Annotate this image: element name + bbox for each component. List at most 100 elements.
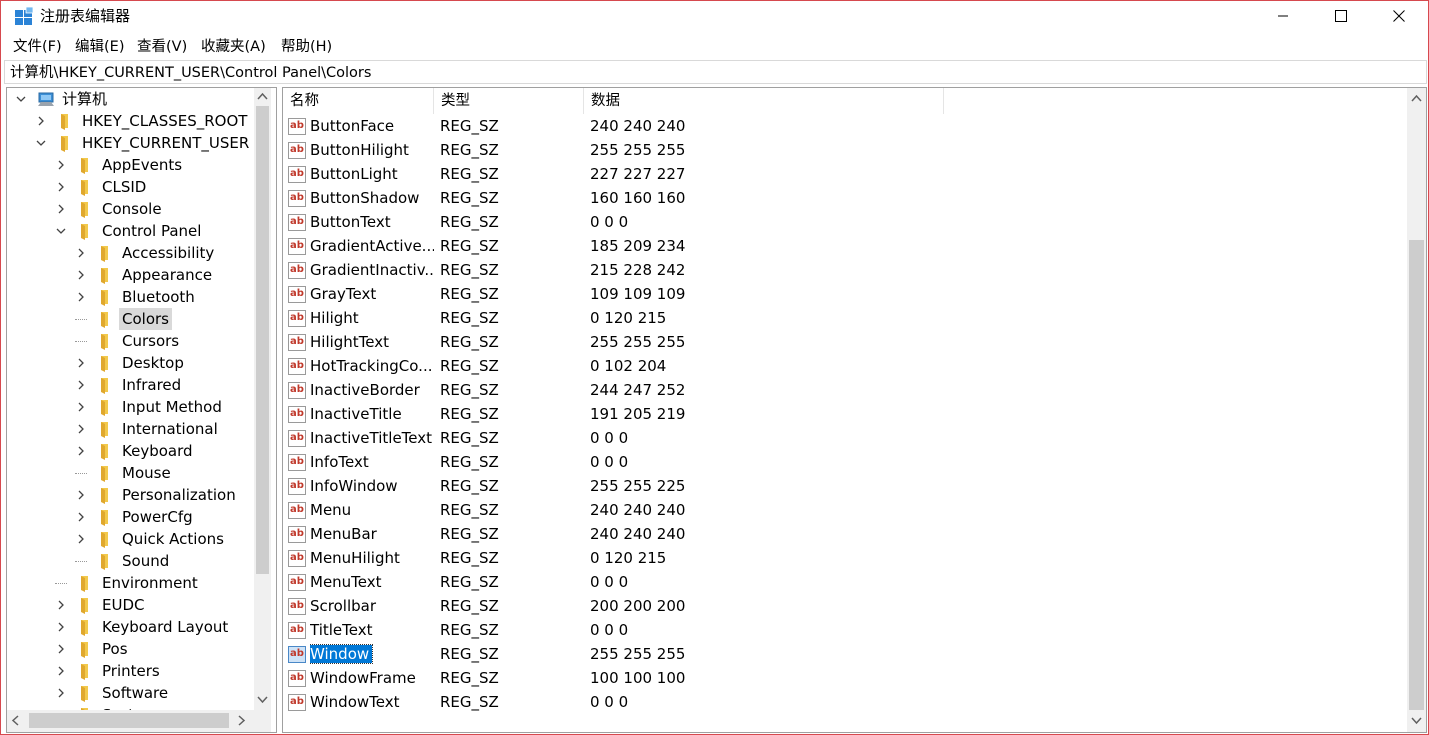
chevron-down-icon[interactable] bbox=[15, 93, 27, 105]
column-header-type[interactable]: 类型 bbox=[434, 88, 584, 114]
tree-item-label[interactable]: Appearance bbox=[119, 264, 215, 286]
value-name[interactable]: ButtonLight bbox=[310, 165, 398, 183]
tree-item-label[interactable]: Accessibility bbox=[119, 242, 217, 264]
value-row[interactable]: ab MenuBar REG_SZ 240 240 240 bbox=[283, 522, 1407, 546]
chevron-right-icon[interactable] bbox=[75, 533, 87, 545]
scroll-up-arrow-icon[interactable] bbox=[257, 92, 268, 100]
chevron-right-icon[interactable] bbox=[75, 291, 87, 303]
value-name[interactable]: ButtonHilight bbox=[310, 141, 409, 159]
tree-item[interactable]: Infrared bbox=[7, 374, 252, 396]
tree-item-label[interactable]: Sound bbox=[119, 550, 172, 572]
value-row[interactable]: ab InfoText REG_SZ 0 0 0 bbox=[283, 450, 1407, 474]
tree-horizontal-scrollbar[interactable] bbox=[7, 710, 271, 732]
value-name[interactable]: WindowFrame bbox=[310, 669, 416, 687]
value-row[interactable]: ab HotTrackingCo... REG_SZ 0 102 204 bbox=[283, 354, 1407, 378]
tree-item[interactable]: Printers bbox=[7, 660, 252, 682]
value-name[interactable]: ButtonFace bbox=[310, 117, 394, 135]
value-row[interactable]: ab Scrollbar REG_SZ 200 200 200 bbox=[283, 594, 1407, 618]
tree-item-label[interactable]: Pos bbox=[99, 638, 131, 660]
tree-item-label[interactable]: Console bbox=[99, 198, 165, 220]
value-row[interactable]: ab ButtonFace REG_SZ 240 240 240 bbox=[283, 114, 1407, 138]
scroll-down-arrow-icon[interactable] bbox=[1411, 717, 1422, 725]
tree-item[interactable]: Accessibility bbox=[7, 242, 252, 264]
chevron-right-icon[interactable] bbox=[55, 687, 67, 699]
chevron-right-icon[interactable] bbox=[75, 269, 87, 281]
value-name[interactable]: MenuBar bbox=[310, 525, 377, 543]
value-name[interactable]: GrayText bbox=[310, 285, 376, 303]
tree-item[interactable]: HKEY_CURRENT_USER bbox=[7, 132, 252, 154]
maximize-button[interactable] bbox=[1312, 1, 1370, 31]
tree-item-label[interactable]: CLSID bbox=[99, 176, 149, 198]
tree-item-label[interactable]: Keyboard bbox=[119, 440, 196, 462]
value-row[interactable]: ab InactiveTitleText REG_SZ 0 0 0 bbox=[283, 426, 1407, 450]
value-name[interactable]: Hilight bbox=[310, 309, 359, 327]
chevron-right-icon[interactable] bbox=[75, 357, 87, 369]
tree-item[interactable]: Input Method bbox=[7, 396, 252, 418]
value-row[interactable]: ab MenuHilight REG_SZ 0 120 215 bbox=[283, 546, 1407, 570]
tree-item-label[interactable]: EUDC bbox=[99, 594, 147, 616]
tree-item[interactable]: Colors bbox=[7, 308, 252, 330]
tree-item[interactable]: 计算机 bbox=[7, 88, 252, 110]
tree-item[interactable]: Appearance bbox=[7, 264, 252, 286]
scroll-left-arrow-icon[interactable] bbox=[11, 715, 19, 726]
tree-item[interactable]: Pos bbox=[7, 638, 252, 660]
tree-item[interactable]: Cursors bbox=[7, 330, 252, 352]
tree-item[interactable]: Personalization bbox=[7, 484, 252, 506]
tree-item[interactable]: Keyboard Layout bbox=[7, 616, 252, 638]
menu-file[interactable]: 文件(F) bbox=[13, 37, 62, 57]
tree-item[interactable]: Environment bbox=[7, 572, 252, 594]
tree-item[interactable]: Sound bbox=[7, 550, 252, 572]
value-name[interactable]: Scrollbar bbox=[310, 597, 376, 615]
tree-item-label[interactable]: 计算机 bbox=[59, 88, 110, 110]
list-vertical-scrollbar[interactable] bbox=[1407, 88, 1426, 732]
value-row[interactable]: ab HilightText REG_SZ 255 255 255 bbox=[283, 330, 1407, 354]
value-name[interactable]: ButtonText bbox=[310, 213, 391, 231]
scroll-right-arrow-icon[interactable] bbox=[238, 715, 246, 726]
tree-item-label[interactable]: HKEY_CLASSES_ROOT bbox=[79, 110, 250, 132]
tree-item-label[interactable]: HKEY_CURRENT_USER bbox=[79, 132, 252, 154]
chevron-right-icon[interactable] bbox=[55, 621, 67, 633]
value-row[interactable]: ab InactiveTitle REG_SZ 191 205 219 bbox=[283, 402, 1407, 426]
value-name[interactable]: ButtonShadow bbox=[310, 189, 419, 207]
value-name[interactable]: InfoWindow bbox=[310, 477, 398, 495]
tree-item[interactable]: EUDC bbox=[7, 594, 252, 616]
chevron-right-icon[interactable] bbox=[75, 423, 87, 435]
chevron-right-icon[interactable] bbox=[55, 643, 67, 655]
value-row[interactable]: ab Window REG_SZ 255 255 255 bbox=[283, 642, 1407, 666]
value-row[interactable]: ab GradientActive... REG_SZ 185 209 234 bbox=[283, 234, 1407, 258]
chevron-right-icon[interactable] bbox=[75, 445, 87, 457]
chevron-down-icon[interactable] bbox=[55, 225, 67, 237]
value-name[interactable]: Window bbox=[310, 644, 374, 664]
chevron-right-icon[interactable] bbox=[75, 511, 87, 523]
tree-item-label[interactable]: PowerCfg bbox=[119, 506, 196, 528]
value-row[interactable]: ab ButtonShadow REG_SZ 160 160 160 bbox=[283, 186, 1407, 210]
value-row[interactable]: ab WindowText REG_SZ 0 0 0 bbox=[283, 690, 1407, 714]
tree-item-label[interactable]: Input Method bbox=[119, 396, 225, 418]
tree-hscroll-thumb[interactable] bbox=[29, 713, 229, 728]
column-header-data[interactable]: 数据 bbox=[584, 88, 944, 114]
value-row[interactable]: ab ButtonText REG_SZ 0 0 0 bbox=[283, 210, 1407, 234]
scroll-up-arrow-icon[interactable] bbox=[1411, 94, 1422, 102]
tree-item[interactable]: International bbox=[7, 418, 252, 440]
value-row[interactable]: ab InactiveBorder REG_SZ 244 247 252 bbox=[283, 378, 1407, 402]
tree-item-label[interactable]: International bbox=[119, 418, 221, 440]
value-row[interactable]: ab WindowFrame REG_SZ 100 100 100 bbox=[283, 666, 1407, 690]
tree-item[interactable]: Software bbox=[7, 682, 252, 704]
tree-item-label[interactable]: Bluetooth bbox=[119, 286, 198, 308]
value-name[interactable]: WindowText bbox=[310, 693, 399, 711]
menu-view[interactable]: 查看(V) bbox=[137, 37, 187, 57]
column-header-name[interactable]: 名称 bbox=[283, 88, 434, 114]
value-row[interactable]: ab GradientInactiv... REG_SZ 215 228 242 bbox=[283, 258, 1407, 282]
tree-scroll-thumb[interactable] bbox=[256, 106, 269, 574]
value-row[interactable]: ab Menu REG_SZ 240 240 240 bbox=[283, 498, 1407, 522]
values-list-pane[interactable]: 名称 类型 数据 ab ButtonFace REG_SZ 240 240 240 ab… bbox=[282, 87, 1427, 733]
scroll-down-arrow-icon[interactable] bbox=[257, 696, 268, 704]
address-path[interactable]: 计算机\HKEY_CURRENT_USER\Control Panel\Colo… bbox=[10, 63, 371, 83]
tree-item-label[interactable]: Desktop bbox=[119, 352, 187, 374]
tree-item-label[interactable]: Keyboard Layout bbox=[99, 616, 231, 638]
value-name[interactable]: GradientActive... bbox=[310, 237, 434, 255]
menu-edit[interactable]: 编辑(E) bbox=[75, 37, 124, 57]
value-name[interactable]: HotTrackingCo... bbox=[310, 357, 432, 375]
tree-item-label[interactable]: Control Panel bbox=[99, 220, 204, 242]
tree-item[interactable]: Mouse bbox=[7, 462, 252, 484]
